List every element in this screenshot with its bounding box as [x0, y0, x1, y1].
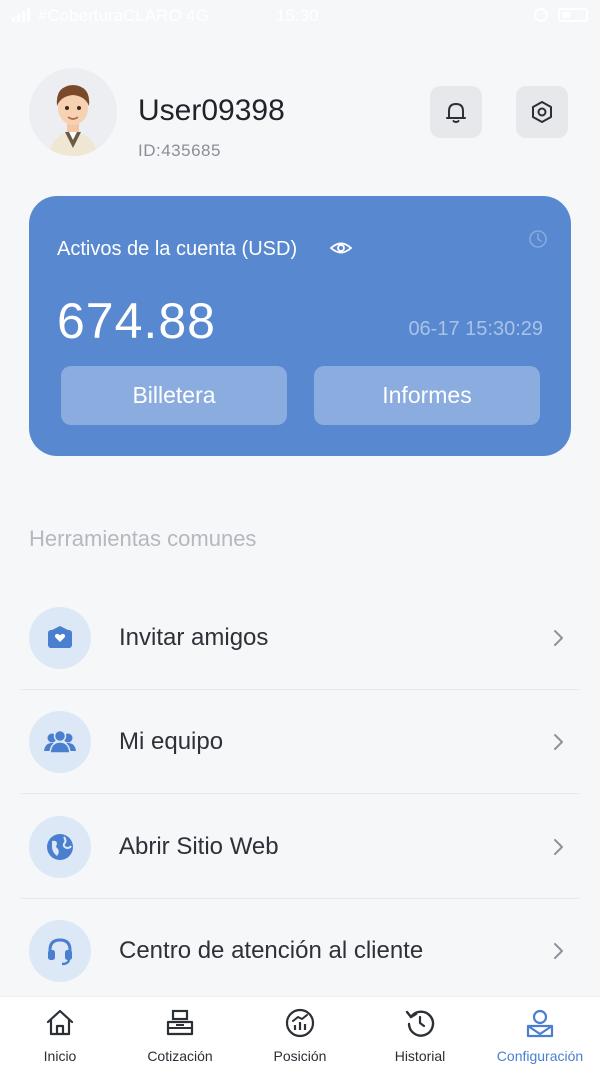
tool-invite-friends[interactable]: Invitar amigos [21, 586, 579, 690]
carrier-label: #CoberturaCLARO 4G [38, 6, 210, 25]
rotation-lock-icon [534, 8, 548, 22]
quotes-icon [164, 1007, 196, 1044]
nav-label: Posición [273, 1048, 327, 1064]
chevron-right-icon [553, 837, 565, 862]
home-icon [44, 1007, 76, 1044]
section-title: Herramientas comunes [29, 526, 257, 551]
nav-item-posicion[interactable]: Posición [240, 997, 360, 1067]
avatar-illustration-icon [49, 85, 97, 156]
nav-item-configuracion[interactable]: Configuración [480, 997, 600, 1067]
chevron-right-icon [553, 628, 565, 653]
bell-icon [446, 103, 466, 123]
tool-label: Invitar amigos [119, 624, 269, 651]
position-icon [284, 1007, 316, 1044]
team-icon [29, 711, 91, 773]
chevron-right-icon [553, 941, 565, 966]
clock-icon[interactable] [527, 228, 549, 255]
history-icon [404, 1007, 436, 1044]
divider [21, 793, 579, 794]
tool-open-website[interactable]: Abrir Sitio Web [21, 795, 579, 899]
nav-label: Cotización [147, 1048, 213, 1064]
balance-value: 674.88 [57, 293, 216, 349]
headset-icon [29, 920, 91, 982]
tool-label: Mi equipo [119, 728, 224, 755]
bottom-nav: Inicio Cotización Posición Historial Con… [0, 996, 600, 1067]
chevron-right-icon [553, 732, 565, 757]
eye-icon[interactable] [329, 236, 353, 265]
nav-label: Historial [394, 1048, 446, 1064]
avatar[interactable] [29, 68, 117, 156]
battery-icon [558, 8, 588, 22]
tool-customer-service[interactable]: Centro de atención al cliente [21, 899, 579, 1003]
nav-item-historial[interactable]: Historial [360, 997, 480, 1067]
user-id: ID:435685 [138, 141, 221, 160]
status-bar: #CoberturaCLARO 4G 15:30 [0, 0, 600, 32]
nav-label: Configuración [496, 1048, 584, 1064]
account-assets-card: Activos de la cuenta (USD) 674.88 06-17 … [29, 196, 571, 456]
tool-my-team[interactable]: Mi equipo [21, 690, 579, 794]
username: User09398 [138, 94, 285, 127]
globe-icon [29, 816, 91, 878]
status-time: 15:30 [276, 6, 319, 25]
settings-button[interactable] [516, 86, 568, 138]
reports-button[interactable]: Informes [314, 366, 540, 425]
nav-item-inicio[interactable]: Inicio [0, 997, 120, 1067]
invite-icon [29, 607, 91, 669]
assets-label: Activos de la cuenta (USD) [57, 238, 298, 260]
gear-icon [532, 101, 552, 123]
tool-label: Centro de atención al cliente [119, 937, 424, 964]
wallet-button[interactable]: Billetera [61, 366, 287, 425]
balance-timestamp: 06-17 15:30:29 [408, 318, 543, 340]
notifications-button[interactable] [430, 86, 482, 138]
nav-item-cotizacion[interactable]: Cotización [120, 997, 240, 1067]
profile-icon [524, 1007, 556, 1044]
nav-label: Inicio [43, 1048, 77, 1064]
tool-label: Abrir Sitio Web [119, 833, 279, 860]
signal-icon [12, 8, 30, 22]
